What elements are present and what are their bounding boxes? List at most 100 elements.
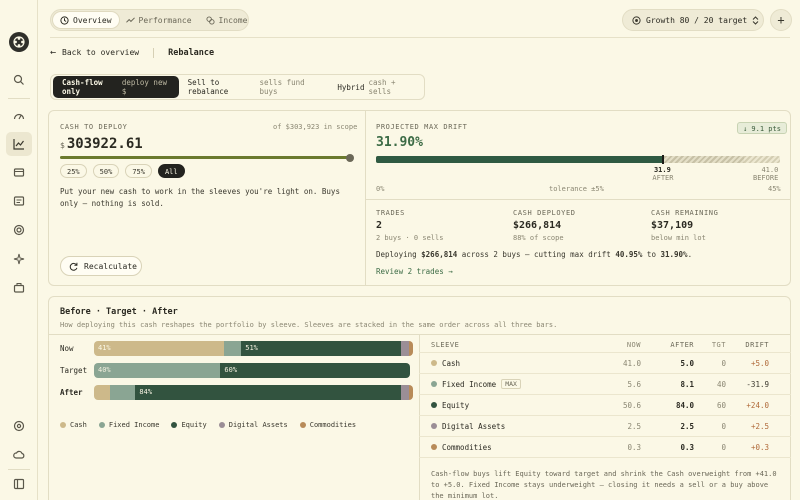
chart-icon[interactable] <box>6 132 32 156</box>
bar-segment <box>109 385 136 400</box>
bar-segment <box>409 341 414 356</box>
sleeve-swatch <box>431 402 437 408</box>
mode-sell-to-rebalance[interactable]: Sell to rebalance sells fund buys <box>179 76 329 98</box>
panel-toggle-icon[interactable] <box>6 472 32 496</box>
briefcase-icon[interactable] <box>6 276 32 300</box>
trend-icon <box>125 16 135 23</box>
legend-label: Commodities <box>309 421 357 429</box>
tab-performance[interactable]: Performance <box>119 12 199 28</box>
cash-slider-track[interactable] <box>60 153 354 162</box>
drift-value: +24.0 <box>746 400 769 410</box>
sleeve-table-header: SLEEVE NOW AFTER TGT DRIFT <box>419 337 791 353</box>
cash-slider-fill <box>60 156 350 159</box>
mode-label: Sell to rebalance <box>187 78 229 96</box>
cloud-icon[interactable] <box>6 443 32 467</box>
stat-label: TRADES <box>376 209 405 217</box>
bar-segment: 60% <box>220 363 410 378</box>
back-to-overview-link[interactable]: Back to overview <box>62 48 139 57</box>
stat-sub: 88% of scope <box>513 234 564 242</box>
target-value: 40 <box>716 379 726 389</box>
sleeve-name: Commodities <box>442 442 492 452</box>
table-row: Cash 41.0 5.0 0 +5.0 <box>419 353 791 374</box>
sleeve-swatch <box>431 423 437 429</box>
preset-50-button[interactable]: 50% <box>92 164 120 178</box>
mode-sub: cash + sells <box>368 78 396 96</box>
logo-icon <box>13 36 25 48</box>
mode-hybrid[interactable]: Hybrid cash + sells <box>328 76 422 98</box>
cash-slider-handle[interactable] <box>346 153 354 162</box>
drift-axis-max: 45% <box>768 185 781 193</box>
refresh-icon <box>69 262 78 271</box>
preset-all-button[interactable]: All <box>157 164 185 178</box>
drift-after-label: 31.9 AFTER <box>652 166 673 182</box>
bar-segment: 84% <box>135 385 402 400</box>
bta-title: Before · Target · After <box>60 307 178 317</box>
tab-income[interactable]: Income <box>199 12 255 28</box>
cash-amount-field[interactable]: $ 303922.61 <box>60 136 143 152</box>
drift-bar-after <box>376 156 663 163</box>
add-button[interactable]: + <box>770 9 792 31</box>
bar-row-label: Target <box>60 366 88 375</box>
legend-label: Fixed Income <box>108 421 160 429</box>
mode-cash-flow-only[interactable]: Cash-flow only deploy new $ <box>53 76 179 98</box>
receipt-icon[interactable] <box>6 189 32 213</box>
currency-symbol: $ <box>60 141 65 150</box>
drift-label: PROJECTED MAX DRIFT <box>376 123 468 131</box>
summary-amount: $266,814 <box>421 250 458 259</box>
preset-75-button[interactable]: 75% <box>125 164 152 178</box>
drift-axis-tolerance: tolerance ±5% <box>549 185 604 193</box>
now-value: 50.6 <box>622 400 641 410</box>
target-icon[interactable] <box>6 218 32 242</box>
deploy-summary: Deploying $266,814 across 2 buys — cutti… <box>376 250 692 259</box>
now-value: 5.6 <box>627 379 641 389</box>
stat-value: $37,109 <box>651 220 694 231</box>
sparkle-icon[interactable] <box>6 247 32 271</box>
sleeve-swatch <box>431 360 437 366</box>
recalculate-button[interactable]: Recalculate <box>60 256 142 276</box>
back-arrow-icon[interactable]: ← <box>50 47 56 58</box>
target-value: 0 <box>721 442 726 452</box>
drift-change-badge: ↓ 9.1 pts <box>737 122 787 134</box>
breadcrumb-separator <box>153 47 155 58</box>
before-target-after-card: Before · Target · After How deploying th… <box>48 296 791 500</box>
now-value: 0.3 <box>627 442 641 452</box>
target-profile-select[interactable]: Growth 80 / 20 target <box>622 9 764 31</box>
bar-row-label: Now <box>60 344 74 353</box>
legend-label: Digital Assets <box>228 421 288 429</box>
tab-overview[interactable]: Overview <box>53 12 119 28</box>
drift-value: +5.0 <box>750 358 769 368</box>
drift-after-value: 31.9 <box>653 166 671 174</box>
stat-label: CASH DEPLOYED <box>513 209 576 217</box>
review-trades-link[interactable]: Review 2 trades → <box>376 267 453 276</box>
table-row: Commodities 0.3 0.3 0 +0.3 <box>419 437 791 458</box>
col-sleeve: SLEEVE <box>431 340 460 349</box>
bar-row-label: After <box>60 388 83 397</box>
app-logo[interactable] <box>9 32 29 52</box>
search-icon[interactable] <box>6 68 32 92</box>
settings-icon[interactable] <box>6 414 32 438</box>
sleeve-swatch <box>431 444 437 450</box>
plus-icon: + <box>777 13 785 27</box>
target-value: 60 <box>716 400 726 410</box>
bar-segment: 40% <box>94 363 221 378</box>
bar-segment <box>94 385 110 400</box>
legend-cash: Cash <box>60 421 87 429</box>
mode-label: Hybrid <box>337 82 365 92</box>
cash-deploy-card: CASH TO DEPLOY of $303,923 in scope $ 30… <box>48 110 791 286</box>
preset-25-button[interactable]: 25% <box>60 164 87 178</box>
bar-segment: 51% <box>241 341 402 356</box>
now-value: 2.5 <box>627 421 641 431</box>
target-value: 0 <box>721 421 726 431</box>
tab-label: Performance <box>138 15 192 25</box>
drift-before-label: 41.0 BEFORE <box>753 166 778 182</box>
page-title: Rebalance <box>168 47 215 58</box>
gauge-icon[interactable] <box>6 104 32 128</box>
card-divider <box>365 111 366 285</box>
legend-digital-assets: Digital Assets <box>218 421 288 429</box>
sleeve-table: SLEEVE NOW AFTER TGT DRIFT Cash 41.0 5.0… <box>419 337 791 458</box>
header-divider <box>50 37 790 38</box>
target-value: 0 <box>721 358 726 368</box>
sleeve-name: Equity <box>442 400 470 410</box>
wallet-icon[interactable] <box>6 160 32 184</box>
stat-label: CASH REMAINING <box>651 209 719 217</box>
